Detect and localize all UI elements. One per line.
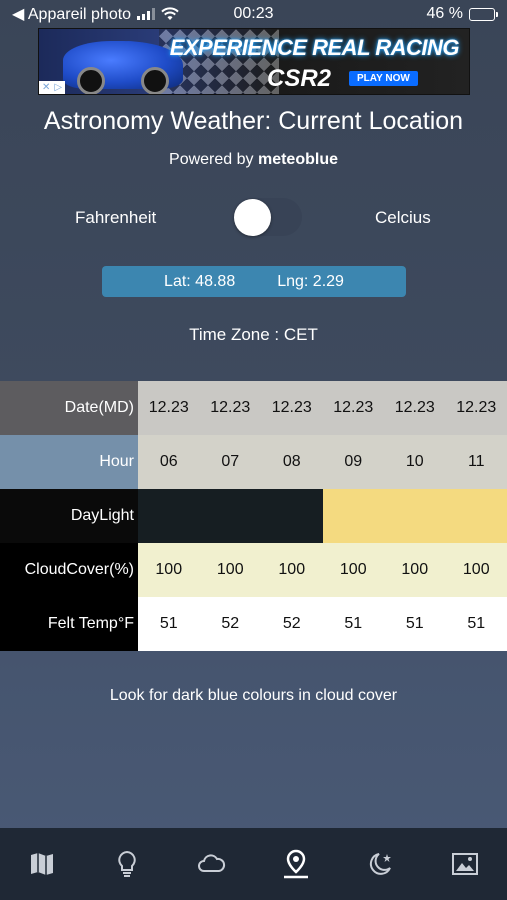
daylight-cell [445, 489, 507, 543]
ad-car-image [63, 41, 183, 94]
felt-temp-cell: 52 [282, 615, 301, 632]
row-header-hour: Hour [0, 435, 138, 489]
row-header-felt-temp: Felt Temp°F [0, 597, 138, 651]
felt-temp-cell: 51 [159, 615, 178, 632]
row-daylight: DayLight [0, 489, 507, 543]
lightbulb-icon [118, 850, 136, 877]
battery-percent: 46 % [426, 5, 463, 22]
hour-cell: 08 [282, 453, 301, 470]
daylight-cell [199, 489, 261, 543]
location-pin-icon [283, 849, 308, 879]
row-cloudcover: CloudCover(%) 100 100 100 100 100 100 [0, 543, 507, 597]
unit-toggle-row: Fahrenheit Celcius [0, 196, 507, 240]
powered-brand: meteoblue [257, 151, 338, 168]
toggle-knob [234, 199, 271, 236]
celcius-label: Celcius [375, 208, 431, 227]
row-header-cloudcover: CloudCover(%) [0, 543, 138, 597]
powered-by: Powered by meteoblue [0, 151, 507, 169]
page-title: Astronomy Weather: Current Location [43, 107, 464, 135]
tab-night[interactable] [355, 839, 405, 889]
row-felt-temp: Felt Temp°F 51 52 52 51 51 51 [0, 597, 507, 651]
forecast-table: Date(MD) 12.23 12.23 12.23 12.23 12.23 1… [0, 381, 507, 651]
date-cell: 12.23 [210, 399, 251, 416]
daylight-cell [384, 489, 446, 543]
battery-icon [469, 7, 498, 21]
tab-cloud[interactable] [186, 839, 236, 889]
row-hour: Hour 06 07 08 09 10 11 [0, 435, 507, 489]
tab-lightbulb[interactable] [102, 839, 152, 889]
tab-location[interactable] [271, 839, 321, 889]
ad-headline: EXPERIENCE REAL RACING [169, 35, 460, 60]
date-cell: 12.23 [148, 399, 189, 416]
cloud-cover-hint: Look for dark blue colours in cloud cove… [109, 687, 398, 704]
hour-cell: 11 [467, 453, 485, 470]
felt-temp-cell: 51 [405, 615, 424, 632]
ad-banner[interactable]: EXPERIENCE REAL RACING CSR2 PLAY NOW ✕ ▷ [38, 28, 470, 95]
ad-brand-logo: CSR2 [267, 65, 332, 92]
tab-gallery[interactable] [440, 839, 490, 889]
hour-cell: 09 [344, 453, 363, 470]
cloudcover-cell: 100 [216, 561, 244, 578]
status-left: ◀ Appareil photo [12, 4, 179, 24]
cloudcover-cell: 100 [278, 561, 306, 578]
date-cell: 12.23 [456, 399, 497, 416]
ad-choices[interactable]: ✕ ▷ [39, 81, 66, 94]
longitude-text: Lng: 2.29 [277, 272, 344, 290]
hour-cell: 10 [405, 453, 424, 470]
latitude-text: Lat: 48.88 [164, 272, 236, 290]
unit-toggle-switch[interactable] [234, 198, 302, 236]
hour-cell: 06 [159, 453, 178, 470]
ad-info-icon[interactable]: ▷ [54, 82, 62, 93]
tab-map[interactable] [17, 839, 67, 889]
status-right: 46 % [426, 5, 498, 23]
date-cell: 12.23 [394, 399, 435, 416]
cellular-signal-icon [137, 8, 156, 20]
powered-prefix: Powered by [169, 151, 254, 168]
image-icon [451, 853, 478, 875]
cloudcover-cell: 100 [401, 561, 429, 578]
row-header-date: Date(MD) [0, 381, 138, 435]
map-icon [31, 853, 54, 875]
wifi-icon [161, 7, 179, 20]
cloudcover-cell: 100 [155, 561, 183, 578]
bottom-tab-bar [0, 828, 507, 900]
daylight-cell [138, 489, 200, 543]
felt-temp-cell: 52 [221, 615, 240, 632]
cloudcover-cell: 100 [339, 561, 367, 578]
location-coordinates-bar[interactable]: Lat: 48.88 Lng: 2.29 [102, 266, 406, 297]
cloud-icon [198, 854, 226, 872]
felt-temp-cell: 51 [344, 615, 363, 632]
status-bar: ◀ Appareil photo 00:23 46 % [0, 0, 507, 28]
date-cell: 12.23 [333, 399, 374, 416]
ad-close-icon[interactable]: ✕ [42, 82, 50, 93]
ad-play-button[interactable]: PLAY NOW [349, 71, 418, 86]
back-to-camera-link[interactable]: ◀ Appareil photo [12, 4, 131, 24]
felt-temp-cell: 51 [467, 615, 486, 632]
cloudcover-cell: 100 [462, 561, 490, 578]
daylight-cell [261, 489, 323, 543]
timezone-text: Time Zone : CET [189, 325, 318, 344]
daylight-cell [322, 489, 384, 543]
moon-star-icon [370, 853, 392, 875]
hour-cell: 07 [221, 453, 240, 470]
date-cell: 12.23 [271, 399, 312, 416]
row-date: Date(MD) 12.23 12.23 12.23 12.23 12.23 1… [0, 381, 507, 435]
row-header-daylight: DayLight [0, 489, 138, 543]
fahrenheit-label: Fahrenheit [75, 208, 157, 227]
